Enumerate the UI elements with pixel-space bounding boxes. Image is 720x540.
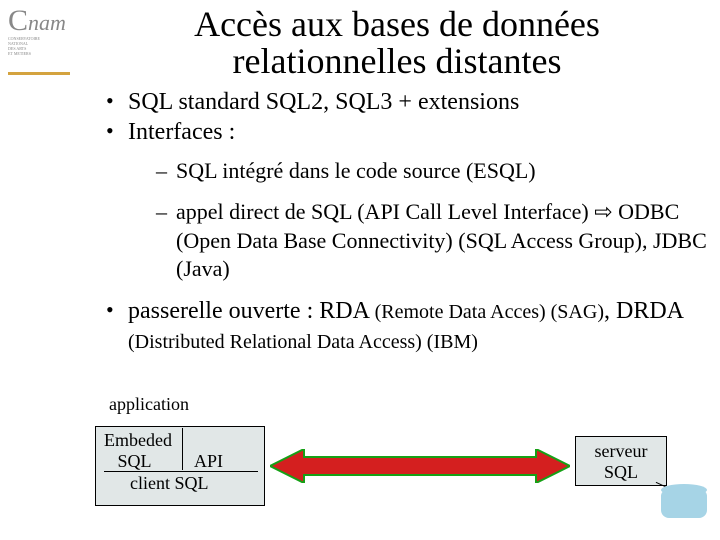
title-line-2: relationnelles distantes: [233, 41, 562, 81]
bidirectional-arrow: [270, 449, 570, 483]
client-sql-label: client SQL: [130, 473, 209, 494]
server-line-2: SQL: [604, 462, 638, 482]
embedded-label: Embeded SQL: [104, 430, 172, 471]
api-label: API: [194, 451, 223, 472]
sub-bullet-odbc: appel direct de SQL (API Call Level Inte…: [156, 198, 712, 284]
title-line-1: Accès aux bases de données: [194, 4, 600, 44]
passerelle-mid: , DRDA: [604, 298, 683, 324]
horizontal-divider: [104, 471, 258, 472]
logo-underline: [8, 72, 70, 75]
architecture-diagram: application Embeded SQL API client SQL s…: [95, 394, 715, 534]
client-box: Embeded SQL API client SQL: [95, 426, 265, 506]
passerelle-main: passerelle ouverte : RDA: [128, 298, 375, 324]
logo-subtitle: CONSERVATOIRENATIONALDES ARTSET METIERS: [8, 36, 76, 56]
database-icon: [661, 490, 707, 518]
vertical-divider: [182, 428, 183, 470]
slide-title: Accès aux bases de données relationnelle…: [82, 6, 712, 79]
bullet-sql-standard: SQL standard SQL2, SQL3 + extensions: [106, 87, 712, 117]
passerelle-rda-detail: (Remote Data Acces) (SAG): [375, 301, 604, 323]
server-box: serveur SQL: [575, 436, 667, 486]
logo-word: Cnam: [8, 4, 76, 38]
bullet-passerelle: passerelle ouverte : RDA (Remote Data Ac…: [106, 296, 712, 356]
passerelle-drda-detail: (Distributed Relational Data Access) (IB…: [128, 331, 478, 353]
brand-logo: Cnam CONSERVATOIRENATIONALDES ARTSET MET…: [8, 4, 76, 75]
application-label: application: [109, 394, 189, 415]
server-line-1: serveur: [595, 441, 648, 461]
bullet-interfaces: Interfaces : SQL intégré dans le code so…: [106, 117, 712, 283]
sub-bullet-esql: SQL intégré dans le code source (ESQL): [156, 157, 712, 186]
bullet-interfaces-label: Interfaces :: [128, 119, 235, 145]
